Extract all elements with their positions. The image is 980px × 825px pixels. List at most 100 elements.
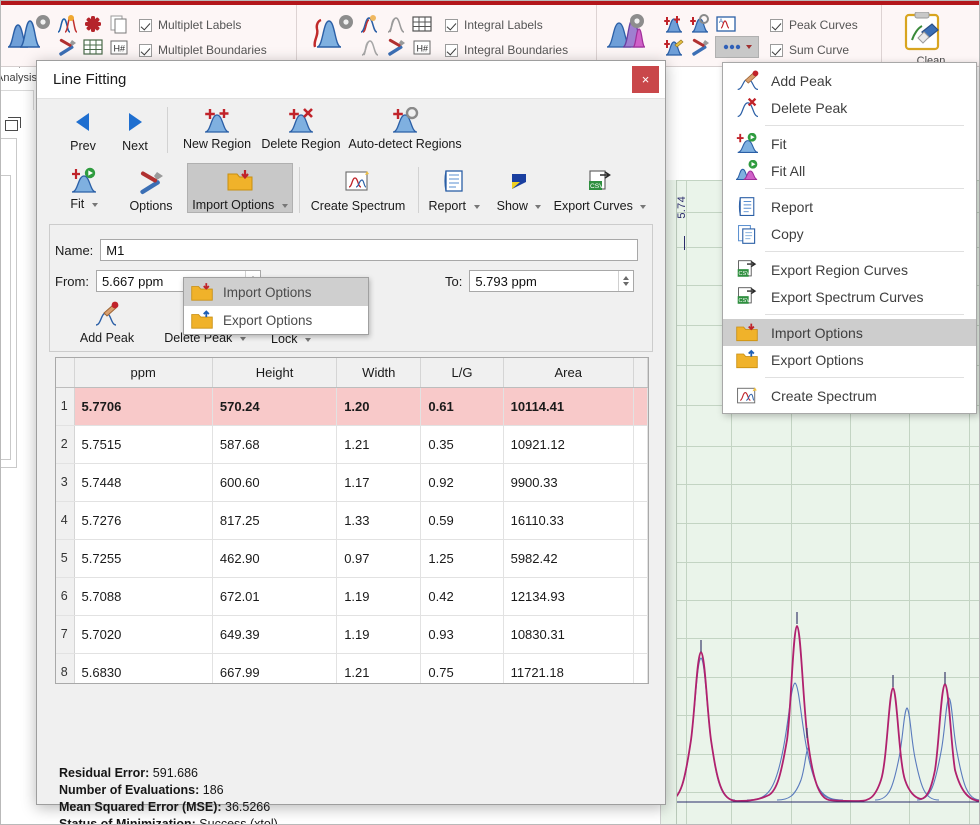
new-region-button[interactable]: New Region: [172, 107, 262, 151]
context-item-create-spectrum[interactable]: Create Spectrum: [723, 382, 976, 409]
cell-area[interactable]: 10921.12: [503, 425, 634, 464]
chevron-down-icon[interactable]: [640, 204, 647, 209]
show-button[interactable]: Show: [490, 167, 548, 213]
dropdown-item-import-options[interactable]: Import Options: [184, 278, 368, 306]
column-header-height[interactable]: Height: [212, 358, 338, 388]
cell-ppm[interactable]: 5.7088: [74, 577, 213, 616]
integral-hash-icon[interactable]: H#: [411, 37, 433, 59]
table-row[interactable]: 6 5.7088 672.01 1.19 0.42 12134.93: [56, 577, 648, 616]
chevron-down-icon[interactable]: [91, 202, 98, 207]
options-button[interactable]: Options: [120, 167, 182, 213]
cell-area[interactable]: 5982.42: [503, 539, 634, 578]
checkbox-peak-curves[interactable]: Peak Curves: [770, 18, 858, 32]
cell-area[interactable]: 11721.18: [503, 653, 634, 683]
table-row[interactable]: 4 5.7276 817.25 1.33 0.59 16110.33: [56, 501, 648, 540]
chevron-down-icon[interactable]: [535, 204, 542, 209]
multiplet-tools-icon[interactable]: [56, 37, 78, 59]
cell-width[interactable]: 1.19: [336, 615, 422, 654]
line-fit-tools-icon[interactable]: [689, 37, 711, 59]
checkbox-multiplet-boundaries[interactable]: Multiplet Boundaries: [139, 43, 267, 57]
table-row[interactable]: 7 5.7020 649.39 1.19 0.93 10830.31: [56, 615, 648, 654]
cell-height[interactable]: 672.01: [212, 577, 338, 616]
context-item-export-spectrum-curves[interactable]: CSV Export Spectrum Curves: [723, 283, 976, 310]
cell-height[interactable]: 587.68: [212, 425, 338, 464]
integral-peak-add-icon[interactable]: [359, 14, 381, 36]
multiplet-table-icon[interactable]: [82, 37, 104, 59]
context-item-delete-peak[interactable]: Delete Peak: [723, 94, 976, 121]
chevron-down-icon[interactable]: [281, 203, 288, 208]
cell-lg[interactable]: 0.92: [420, 463, 504, 502]
cell-area[interactable]: 12134.93: [503, 577, 634, 616]
cell-width[interactable]: 0.97: [336, 539, 422, 578]
context-item-add-peak[interactable]: Add Peak: [723, 67, 976, 94]
integral-peak-icon[interactable]: [385, 14, 407, 36]
create-spectrum-button[interactable]: Create Spectrum: [303, 167, 413, 213]
to-spinner[interactable]: [618, 271, 634, 291]
cell-ppm[interactable]: 5.7276: [74, 501, 213, 540]
close-button[interactable]: ×: [632, 66, 659, 93]
clean-icon[interactable]: [900, 12, 950, 52]
context-item-copy[interactable]: Copy: [723, 220, 976, 247]
cell-height[interactable]: 600.60: [212, 463, 338, 502]
context-item-fit-all[interactable]: Fit All: [723, 157, 976, 184]
multiplet-hash-icon[interactable]: H#: [108, 37, 130, 59]
to-input[interactable]: 5.793 ppm: [469, 270, 635, 292]
cell-ppm[interactable]: 5.6830: [74, 653, 213, 683]
dropdown-item-export-options[interactable]: Export Options: [184, 306, 368, 334]
table-row[interactable]: 5 5.7255 462.90 0.97 1.25 5982.42: [56, 539, 648, 578]
cell-lg[interactable]: 1.25: [420, 539, 504, 578]
multiplet-peaks-icon[interactable]: [56, 14, 78, 36]
cell-lg[interactable]: 0.61: [420, 387, 504, 426]
chevron-down-icon[interactable]: [304, 337, 311, 342]
cell-width[interactable]: 1.19: [336, 577, 422, 616]
multiplet-analysis-icon[interactable]: [4, 13, 54, 51]
checkbox-integral-boundaries[interactable]: Integral Boundaries: [445, 43, 568, 57]
context-item-fit[interactable]: Fit: [723, 130, 976, 157]
column-header-ppm[interactable]: ppm: [74, 358, 213, 388]
context-item-export-options[interactable]: Export Options: [723, 346, 976, 373]
name-input[interactable]: M1: [100, 239, 639, 261]
region-label-icon[interactable]: A: [715, 14, 737, 36]
import-options-button[interactable]: Import Options: [187, 163, 293, 213]
report-button[interactable]: Report: [423, 167, 485, 213]
cell-height[interactable]: 667.99: [212, 653, 338, 683]
new-region-icon[interactable]: [663, 14, 685, 36]
cell-ppm[interactable]: 5.7020: [74, 615, 213, 654]
context-item-export-region-curves[interactable]: CSV Export Region Curves: [723, 256, 976, 283]
edit-peak-icon[interactable]: [663, 37, 685, 59]
cell-area[interactable]: 10114.41: [503, 387, 634, 426]
cell-height[interactable]: 462.90: [212, 539, 338, 578]
next-button[interactable]: Next: [111, 107, 159, 153]
cell-width[interactable]: 1.21: [336, 653, 422, 683]
checkbox-integral-labels[interactable]: Integral Labels: [445, 18, 543, 32]
spinner-down-icon[interactable]: [623, 282, 630, 286]
column-header-area[interactable]: Area: [503, 358, 634, 388]
table-row[interactable]: 3 5.7448 600.60 1.17 0.92 9900.33: [56, 463, 648, 502]
cell-width[interactable]: 1.21: [336, 425, 422, 464]
multiplet-delete-icon[interactable]: [82, 14, 104, 36]
cell-height[interactable]: 817.25: [212, 501, 338, 540]
table-row[interactable]: 2 5.7515 587.68 1.21 0.35 10921.12: [56, 425, 648, 464]
cell-ppm[interactable]: 5.7706: [74, 387, 213, 426]
add-peak-button[interactable]: Add Peak: [67, 301, 147, 345]
spinner-up-icon[interactable]: [623, 276, 630, 280]
context-item-import-options[interactable]: Import Options: [723, 319, 976, 346]
cell-area[interactable]: 16110.33: [503, 501, 634, 540]
line-fitting-more-button[interactable]: [715, 36, 759, 58]
cell-lg[interactable]: 0.93: [420, 615, 504, 654]
cell-area[interactable]: 9900.33: [503, 463, 634, 502]
column-header-width[interactable]: Width: [336, 358, 422, 388]
cell-width[interactable]: 1.17: [336, 463, 422, 502]
multiplet-copy-icon[interactable]: [108, 14, 130, 36]
cell-height[interactable]: 570.24: [212, 387, 338, 426]
table-row[interactable]: 8 5.6830 667.99 1.21 0.75 11721.18: [56, 653, 648, 683]
auto-detect-regions-icon[interactable]: [689, 14, 711, 36]
checkbox-multiplet-labels[interactable]: Multiplet Labels: [139, 18, 241, 32]
line-fitting-icon[interactable]: [605, 13, 657, 51]
integral-analysis-icon[interactable]: [307, 13, 357, 51]
prev-button[interactable]: Prev: [59, 107, 107, 153]
integral-peak2-icon[interactable]: [359, 37, 381, 59]
integral-tools-icon[interactable]: [385, 37, 407, 59]
cell-ppm[interactable]: 5.7515: [74, 425, 213, 464]
cell-width[interactable]: 1.33: [336, 501, 422, 540]
